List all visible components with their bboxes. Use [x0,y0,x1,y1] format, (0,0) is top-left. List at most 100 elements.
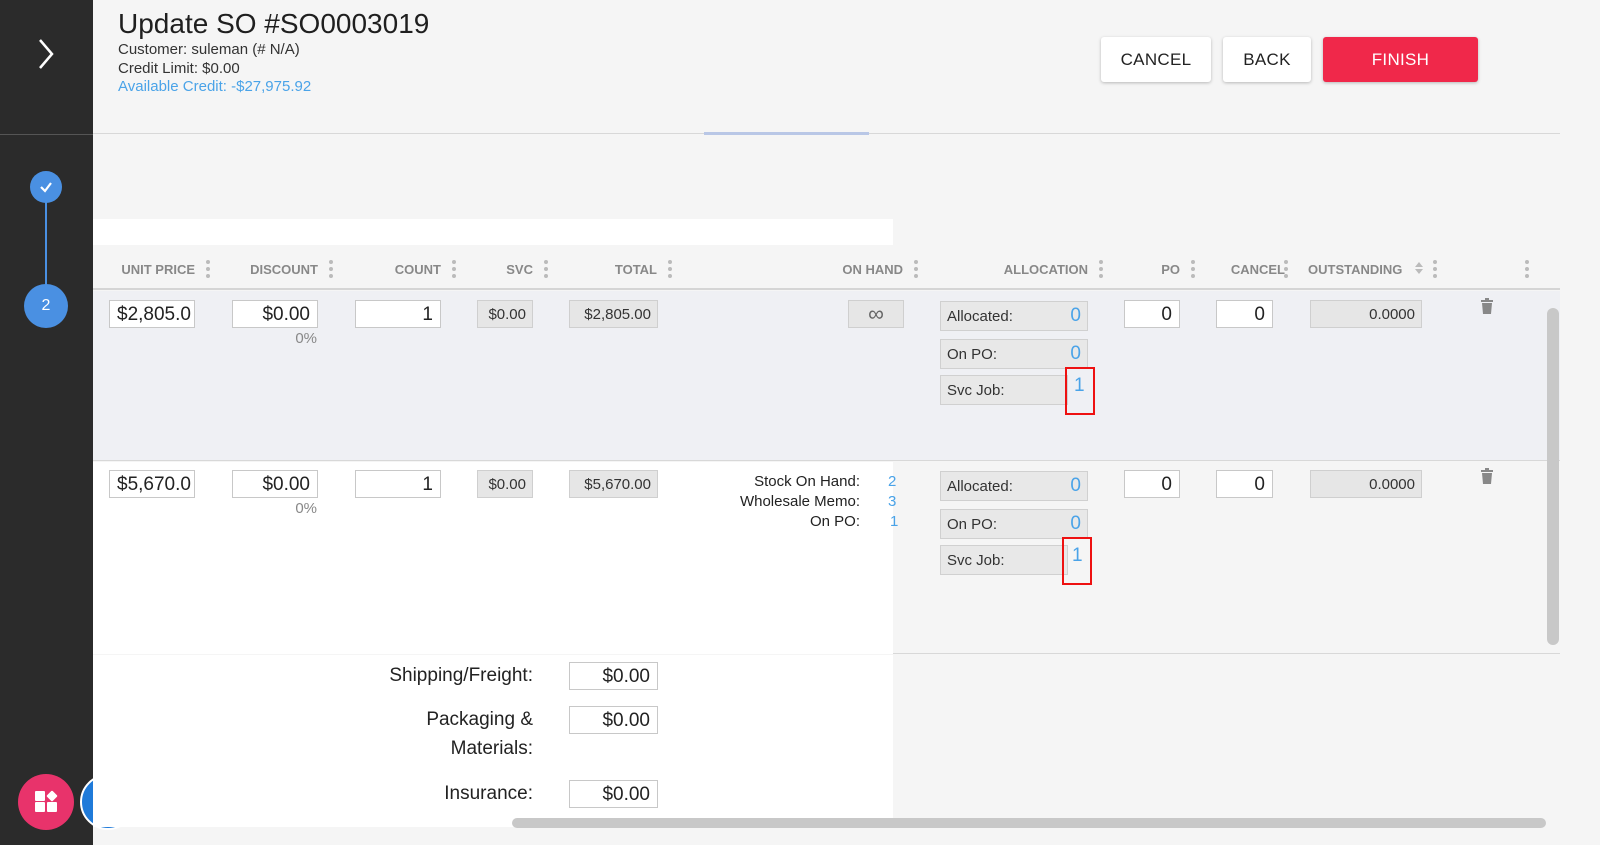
total-value: $2,805.00 [569,300,658,328]
svc-value: $0.00 [477,300,533,328]
charges-section: Shipping/Freight: $0.00 Packaging & Mate… [93,655,893,827]
apps-button[interactable] [18,774,74,830]
cancel-qty-input[interactable]: 0 [1216,470,1273,498]
col-menu-icon[interactable] [544,260,548,280]
on-hand-infinite: ∞ [848,300,904,328]
finish-button[interactable]: FINISH [1323,37,1478,82]
chevron-right-icon[interactable] [34,36,58,72]
col-allocation[interactable]: ALLOCATION [973,262,1088,277]
col-menu-icon[interactable] [206,260,210,280]
discount-percent: 0% [295,500,317,517]
allocated-label: Allocated: [947,308,1013,325]
col-menu-icon[interactable] [1525,260,1529,280]
col-total[interactable]: TOTAL [593,262,657,277]
col-menu-icon[interactable] [1099,260,1103,280]
step-1-complete[interactable] [30,171,62,203]
svc-job-field: Svc Job: [940,545,1068,575]
svc-value: $0.00 [477,470,533,498]
svc-job-link[interactable]: 1 [1074,375,1085,397]
outstanding-value: 0.0000 [1310,470,1422,498]
line-items-panel: UNIT PRICE DISCOUNT COUNT SVC TOTAL ON H… [93,135,1593,827]
col-svc[interactable]: SVC [488,262,533,277]
col-unit-price[interactable]: UNIT PRICE [113,262,195,277]
wholesale-memo-label: Wholesale Memo: [739,493,860,510]
sort-icon[interactable] [1414,261,1424,275]
wholesale-memo-link[interactable]: 3 [888,493,896,510]
allocated-field: Allocated: 0 [940,471,1088,501]
window-edge [1560,0,1600,845]
allocated-field: Allocated: 0 [940,301,1088,331]
page-title: Update SO #SO0003019 [118,8,430,39]
on-po-field: On PO: 0 [940,339,1088,369]
svc-job-link[interactable]: 1 [1072,545,1083,567]
customer-info: Customer: suleman (# N/A) [118,41,300,58]
po-input[interactable]: 0 [1124,300,1180,328]
back-button[interactable]: BACK [1223,37,1311,82]
check-icon [40,182,52,193]
table-row: $2,805.0 $0.00 0% 1 $0.00 $2,805.00 ∞ Al… [93,291,1575,461]
allocated-label: Allocated: [947,478,1013,495]
allocated-link[interactable]: 0 [1070,475,1081,497]
shipping-label: Shipping/Freight: [389,665,533,686]
trash-icon[interactable] [1480,468,1494,484]
col-po[interactable]: PO [1133,262,1180,277]
page-header: Update SO #SO0003019 Customer: suleman (… [93,0,1593,135]
discount-input[interactable]: $0.00 [232,300,318,328]
vertical-scrollbar[interactable] [1547,308,1559,645]
on-po-link[interactable]: 0 [1070,513,1081,535]
step-connector [45,202,47,286]
table-header: UNIT PRICE DISCOUNT COUNT SVC TOTAL ON H… [93,245,1575,290]
outstanding-value: 0.0000 [1310,300,1422,328]
unit-price-input[interactable]: $2,805.0 [109,300,195,328]
col-menu-icon[interactable] [452,260,456,280]
on-po-label: On PO: [947,346,998,363]
horizontal-scrollbar[interactable] [512,818,1546,828]
discount-percent: 0% [295,330,317,347]
col-menu-icon[interactable] [914,260,918,280]
packaging-label-line1: Packaging & [426,709,533,730]
trash-icon[interactable] [1480,298,1494,314]
col-menu-icon[interactable] [1191,260,1195,280]
on-po-label: On PO: [947,516,998,533]
stock-on-hand-label: Stock On Hand: [754,473,860,490]
credit-limit: Credit Limit: $0.00 [118,60,240,77]
apps-icon [35,790,58,812]
discount-input[interactable]: $0.00 [232,470,318,498]
total-value: $5,670.00 [569,470,658,498]
sidebar: 2 [0,0,136,845]
cancel-qty-input[interactable]: 0 [1216,300,1273,328]
col-on-hand[interactable]: ON HAND [813,262,903,277]
stock-on-po-label: On PO: [809,513,860,530]
col-menu-icon[interactable] [1433,260,1437,280]
stock-on-po-link[interactable]: 1 [890,513,898,530]
sidebar-divider [0,134,93,135]
cancel-button[interactable]: CANCEL [1101,37,1211,82]
col-discount[interactable]: DISCOUNT [233,262,318,277]
col-menu-icon[interactable] [1284,260,1288,280]
step-2-current[interactable]: 2 [24,284,68,328]
unit-price-input[interactable]: $5,670.0 [109,470,195,498]
shipping-input[interactable]: $0.00 [569,662,658,690]
count-input[interactable]: 1 [355,300,441,328]
allocated-link[interactable]: 0 [1070,305,1081,327]
packaging-input[interactable]: $0.00 [569,706,658,734]
col-menu-icon[interactable] [668,260,672,280]
insurance-input[interactable]: $0.00 [569,780,658,808]
spacer [93,219,893,245]
insurance-label: Insurance: [444,783,533,804]
svc-job-label: Svc Job: [947,382,1005,399]
col-cancel[interactable]: CANCEL [1203,262,1285,277]
packaging-label-line2: Materials: [450,738,533,759]
col-outstanding[interactable]: OUTSTANDING [1308,262,1413,277]
on-po-field: On PO: 0 [940,509,1088,539]
stock-on-hand-link[interactable]: 2 [888,473,896,490]
on-po-link[interactable]: 0 [1070,343,1081,365]
svc-job-field: Svc Job: [940,375,1068,405]
col-count[interactable]: COUNT [373,262,441,277]
available-credit: Available Credit: -$27,975.92 [118,78,312,95]
count-input[interactable]: 1 [355,470,441,498]
svc-job-label: Svc Job: [947,552,1005,569]
col-menu-icon[interactable] [329,260,333,280]
po-input[interactable]: 0 [1124,470,1180,498]
table-row: $5,670.0 $0.00 0% 1 $0.00 $5,670.00 Stoc… [93,462,1575,654]
